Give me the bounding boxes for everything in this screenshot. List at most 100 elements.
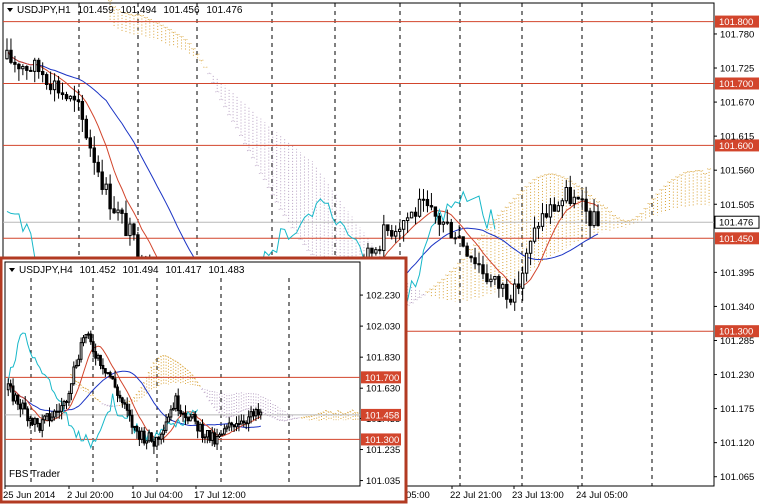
candle-body (256, 409, 260, 416)
candle-body (176, 395, 180, 412)
candle-body (220, 433, 224, 436)
candle-body (69, 383, 73, 394)
price-tick-label: 101.830 (366, 353, 400, 364)
candle-body (215, 435, 219, 445)
price-tick-label: 101.670 (720, 98, 754, 109)
candle-body (60, 92, 65, 96)
candle-body (35, 418, 39, 424)
candle-body (92, 147, 96, 163)
candle-body (33, 418, 37, 425)
candle-body (184, 412, 187, 419)
candle-body (572, 196, 576, 205)
candle-body (21, 402, 25, 410)
candle-body (84, 118, 89, 139)
candle-body (112, 208, 116, 214)
price-tick-label: 101.630 (366, 384, 400, 395)
candle-body (196, 420, 200, 432)
candle-body (130, 414, 134, 428)
candle-body (86, 333, 90, 336)
candle-body (167, 416, 170, 423)
candle-body (584, 198, 588, 212)
candle-body (449, 222, 453, 239)
price-tick-label: 101.725 (720, 64, 754, 75)
candle-body (433, 206, 438, 217)
candle-body (208, 430, 212, 441)
main-time-axis[interactable]: 22 Jul 05:0022 Jul 21:0023 Jul 13:0024 J… (378, 486, 628, 501)
candle-body (120, 397, 124, 404)
candle-body (374, 249, 378, 254)
time-tick-label: 22 Jul 21:00 (450, 490, 502, 501)
inset-symbol-header: USDJPY,H4 101.452 101.494 101.417 101.48… (19, 265, 245, 276)
candle-body (132, 223, 136, 236)
candle-body (108, 372, 112, 377)
candle-body (80, 100, 85, 120)
candle-body (128, 409, 132, 416)
candle-body (136, 234, 140, 260)
candle-body (116, 386, 119, 396)
candle-body (162, 429, 166, 435)
candle-body (501, 283, 505, 289)
candle-body (513, 283, 517, 303)
candle-body (77, 358, 81, 366)
candle-body (88, 137, 92, 149)
candle-body (203, 436, 207, 439)
candle-body (489, 278, 493, 283)
time-tick-label: 23 Jul 13:00 (512, 490, 564, 501)
candle-body (201, 423, 204, 439)
candle-body (222, 428, 226, 435)
candle-body (218, 434, 221, 437)
candle-body (225, 426, 229, 430)
candle-body (441, 221, 446, 225)
chart-stage: USDJPY,H1 101.459 101.494 101.456 101.47… (0, 0, 760, 504)
candle-body (461, 236, 465, 247)
candle-body (493, 276, 497, 280)
candle-body (96, 161, 100, 173)
main-price-axis[interactable]: 101.780101.725101.670101.615101.560101.5… (714, 15, 760, 484)
candle-body (68, 95, 73, 100)
candle-body (21, 66, 25, 70)
candle-body (11, 385, 15, 402)
candle-body (193, 413, 197, 422)
candle-body (48, 413, 51, 422)
candle-body (50, 416, 54, 422)
candle-body (135, 425, 139, 432)
level-badge-label: 101.700 (365, 373, 399, 384)
candle-body (409, 211, 414, 219)
candle-body (82, 337, 85, 344)
candle-body (154, 436, 158, 447)
candle-body (74, 364, 78, 368)
candle-body (64, 94, 69, 100)
candle-body (84, 334, 88, 339)
candle-body (125, 403, 129, 411)
candle-body (179, 410, 183, 415)
candle-body (469, 255, 473, 259)
candle-body (592, 211, 596, 227)
price-tick-label: 101.395 (720, 268, 754, 279)
candle-body (437, 215, 442, 225)
candle-body (157, 436, 161, 440)
level-badge-label: 101.300 (719, 327, 753, 338)
candle-body (23, 402, 27, 410)
candle-body (505, 283, 509, 300)
candle-body (28, 417, 32, 422)
candle-body (124, 212, 128, 237)
candle-body (413, 211, 418, 217)
candle-body (44, 74, 49, 85)
candle-body (397, 228, 402, 232)
candle-body (103, 368, 107, 374)
candle-body (401, 220, 406, 230)
candle-body (65, 400, 68, 403)
candle-body (213, 432, 217, 445)
candle-body (481, 264, 485, 275)
candle-body (230, 422, 234, 426)
price-tick-label: 101.230 (720, 370, 754, 381)
candle-body (244, 422, 248, 425)
candle-body (57, 410, 61, 413)
candle-body (62, 400, 66, 407)
candle-body (588, 210, 592, 227)
candle-body (382, 224, 386, 251)
candle-body (417, 198, 422, 217)
candle-body (169, 409, 173, 418)
candle-body (425, 198, 430, 207)
inset-chart-h4[interactable]: USDJPY,H4 101.452 101.494 101.417 101.48… (0, 256, 408, 504)
